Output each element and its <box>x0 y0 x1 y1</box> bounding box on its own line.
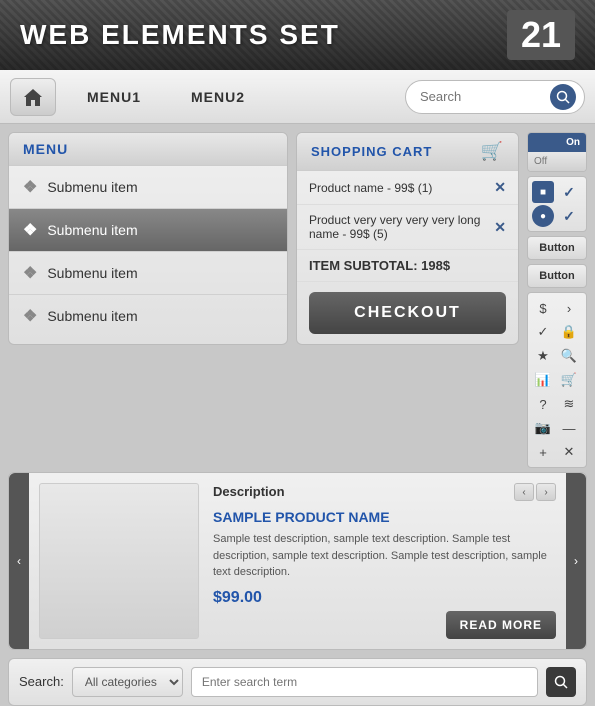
nav-bar: MENU1 MENU2 <box>0 70 595 124</box>
widget-check-1[interactable]: ✓ <box>558 181 580 203</box>
rss-icon[interactable]: ≋ <box>558 393 580 415</box>
widget-panel: On Off ■ ✓ ● ✓ Button Button $ › ✓ 🔒 ★ 🔍… <box>527 132 587 468</box>
toggle-off[interactable]: Off <box>528 152 586 171</box>
nav-menu2[interactable]: MENU2 <box>166 80 270 114</box>
product-image <box>39 483 199 639</box>
bottom-search-bar: Search: All categories <box>8 658 587 706</box>
widget-blue-square[interactable]: ■ <box>532 181 554 203</box>
cart-icon-2[interactable]: 🛒 <box>558 369 580 391</box>
product-nav-arrows: ‹ › <box>514 483 556 501</box>
menu-item-2[interactable]: ❖ Submenu item <box>9 209 287 252</box>
menu-bullet-4: ❖ <box>23 306 37 326</box>
top-panels: MENU ❖ Submenu item ❖ Submenu item ❖ Sub… <box>8 132 519 345</box>
nav-search-input[interactable] <box>420 89 550 104</box>
cart-subtotal: ITEM SUBTOTAL: 198$ <box>297 250 518 282</box>
widget-check-2[interactable]: ✓ <box>558 205 580 227</box>
check-icon[interactable]: ✓ <box>532 321 554 343</box>
menu-item-label-3: Submenu item <box>47 265 137 281</box>
left-panels: MENU ❖ Submenu item ❖ Submenu item ❖ Sub… <box>8 132 519 468</box>
product-prev-button[interactable]: ‹ <box>9 473 29 649</box>
product-description-label: Description <box>213 484 285 499</box>
nav-search-button[interactable] <box>550 84 576 110</box>
menu-item-3[interactable]: ❖ Submenu item <box>9 252 287 295</box>
checkout-button[interactable]: CHECKOUT <box>309 292 506 334</box>
product-section: ‹ Description ‹ › SAMPLE PRODUCT NAME Sa… <box>8 472 587 650</box>
dollar-icon[interactable]: $ <box>532 297 554 319</box>
cart-remove-1[interactable]: ✕ <box>494 179 506 196</box>
star-icon[interactable]: ★ <box>532 345 554 367</box>
search-submit-button[interactable] <box>546 667 576 697</box>
search-term-input[interactable] <box>191 667 538 697</box>
read-more-button[interactable]: READ MORE <box>446 611 556 639</box>
chart-icon[interactable]: 📊 <box>532 369 554 391</box>
menu-bullet-3: ❖ <box>23 263 37 283</box>
toggle-widget: On Off <box>527 132 587 172</box>
header: WEB ELEMENTS SET 21 <box>0 0 595 70</box>
product-nav-next[interactable]: › <box>536 483 556 501</box>
menu-item-label-4: Submenu item <box>47 308 137 324</box>
search-icon-2[interactable]: 🔍 <box>558 345 580 367</box>
toggle-on[interactable]: On <box>528 133 586 152</box>
product-next-button[interactable]: › <box>566 473 586 649</box>
plus-icon[interactable]: + <box>532 441 554 463</box>
cart-item-1: Product name - 99$ (1) ✕ <box>297 171 518 205</box>
home-icon <box>22 87 44 107</box>
menu-bullet-1: ❖ <box>23 177 37 197</box>
category-select[interactable]: All categories <box>72 667 183 697</box>
widget-button-2[interactable]: Button <box>527 264 587 288</box>
cart-remove-2[interactable]: ✕ <box>494 219 506 236</box>
upper-content: MENU ❖ Submenu item ❖ Submenu item ❖ Sub… <box>0 124 595 472</box>
cart-item-2: Product very very very very long name - … <box>297 205 518 250</box>
lock-icon[interactable]: 🔒 <box>558 321 580 343</box>
search-bar-label: Search: <box>19 674 64 689</box>
cart-item-name-2: Product very very very very long name - … <box>309 213 494 241</box>
product-info: Description ‹ › SAMPLE PRODUCT NAME Samp… <box>209 473 566 649</box>
header-title: WEB ELEMENTS SET <box>20 19 340 51</box>
widget-blue-circle[interactable]: ● <box>532 205 554 227</box>
cart-header-label: SHOPPING CART <box>311 144 432 159</box>
product-description: Sample test description, sample text des… <box>213 531 556 581</box>
nav-menu1[interactable]: MENU1 <box>62 80 166 114</box>
menu-bullet-2: ❖ <box>23 220 37 240</box>
widget-button-1[interactable]: Button <box>527 236 587 260</box>
widget-misc-icons: $ › ✓ 🔒 ★ 🔍 📊 🛒 ? ≋ 📷 — + ✕ <box>527 292 587 468</box>
menu-panel: MENU ❖ Submenu item ❖ Submenu item ❖ Sub… <box>8 132 288 345</box>
product-price: $99.00 <box>213 589 556 607</box>
product-name: SAMPLE PRODUCT NAME <box>213 509 556 525</box>
widget-icon-grid: ■ ✓ ● ✓ <box>527 176 587 232</box>
menu-item-4[interactable]: ❖ Submenu item <box>9 295 287 337</box>
menu-item-1[interactable]: ❖ Submenu item <box>9 166 287 209</box>
arrow-right-icon[interactable]: › <box>558 297 580 319</box>
search-submit-icon <box>554 675 568 689</box>
question-icon[interactable]: ? <box>532 393 554 415</box>
minus-icon[interactable]: — <box>558 417 580 439</box>
close-icon[interactable]: ✕ <box>558 441 580 463</box>
cart-icon: 🛒 <box>481 141 504 162</box>
camera-icon[interactable]: 📷 <box>532 417 554 439</box>
home-button[interactable] <box>10 78 56 116</box>
menu-item-label-2: Submenu item <box>47 222 137 238</box>
cart-header: SHOPPING CART 🛒 <box>297 133 518 171</box>
nav-search-bar <box>405 80 585 114</box>
search-icon <box>556 90 570 104</box>
header-number: 21 <box>507 10 575 60</box>
cart-item-name-1: Product name - 99$ (1) <box>309 181 432 195</box>
product-nav-prev[interactable]: ‹ <box>514 483 534 501</box>
menu-item-label-1: Submenu item <box>47 179 137 195</box>
cart-panel: SHOPPING CART 🛒 Product name - 99$ (1) ✕… <box>296 132 519 345</box>
menu-header: MENU <box>9 133 287 166</box>
